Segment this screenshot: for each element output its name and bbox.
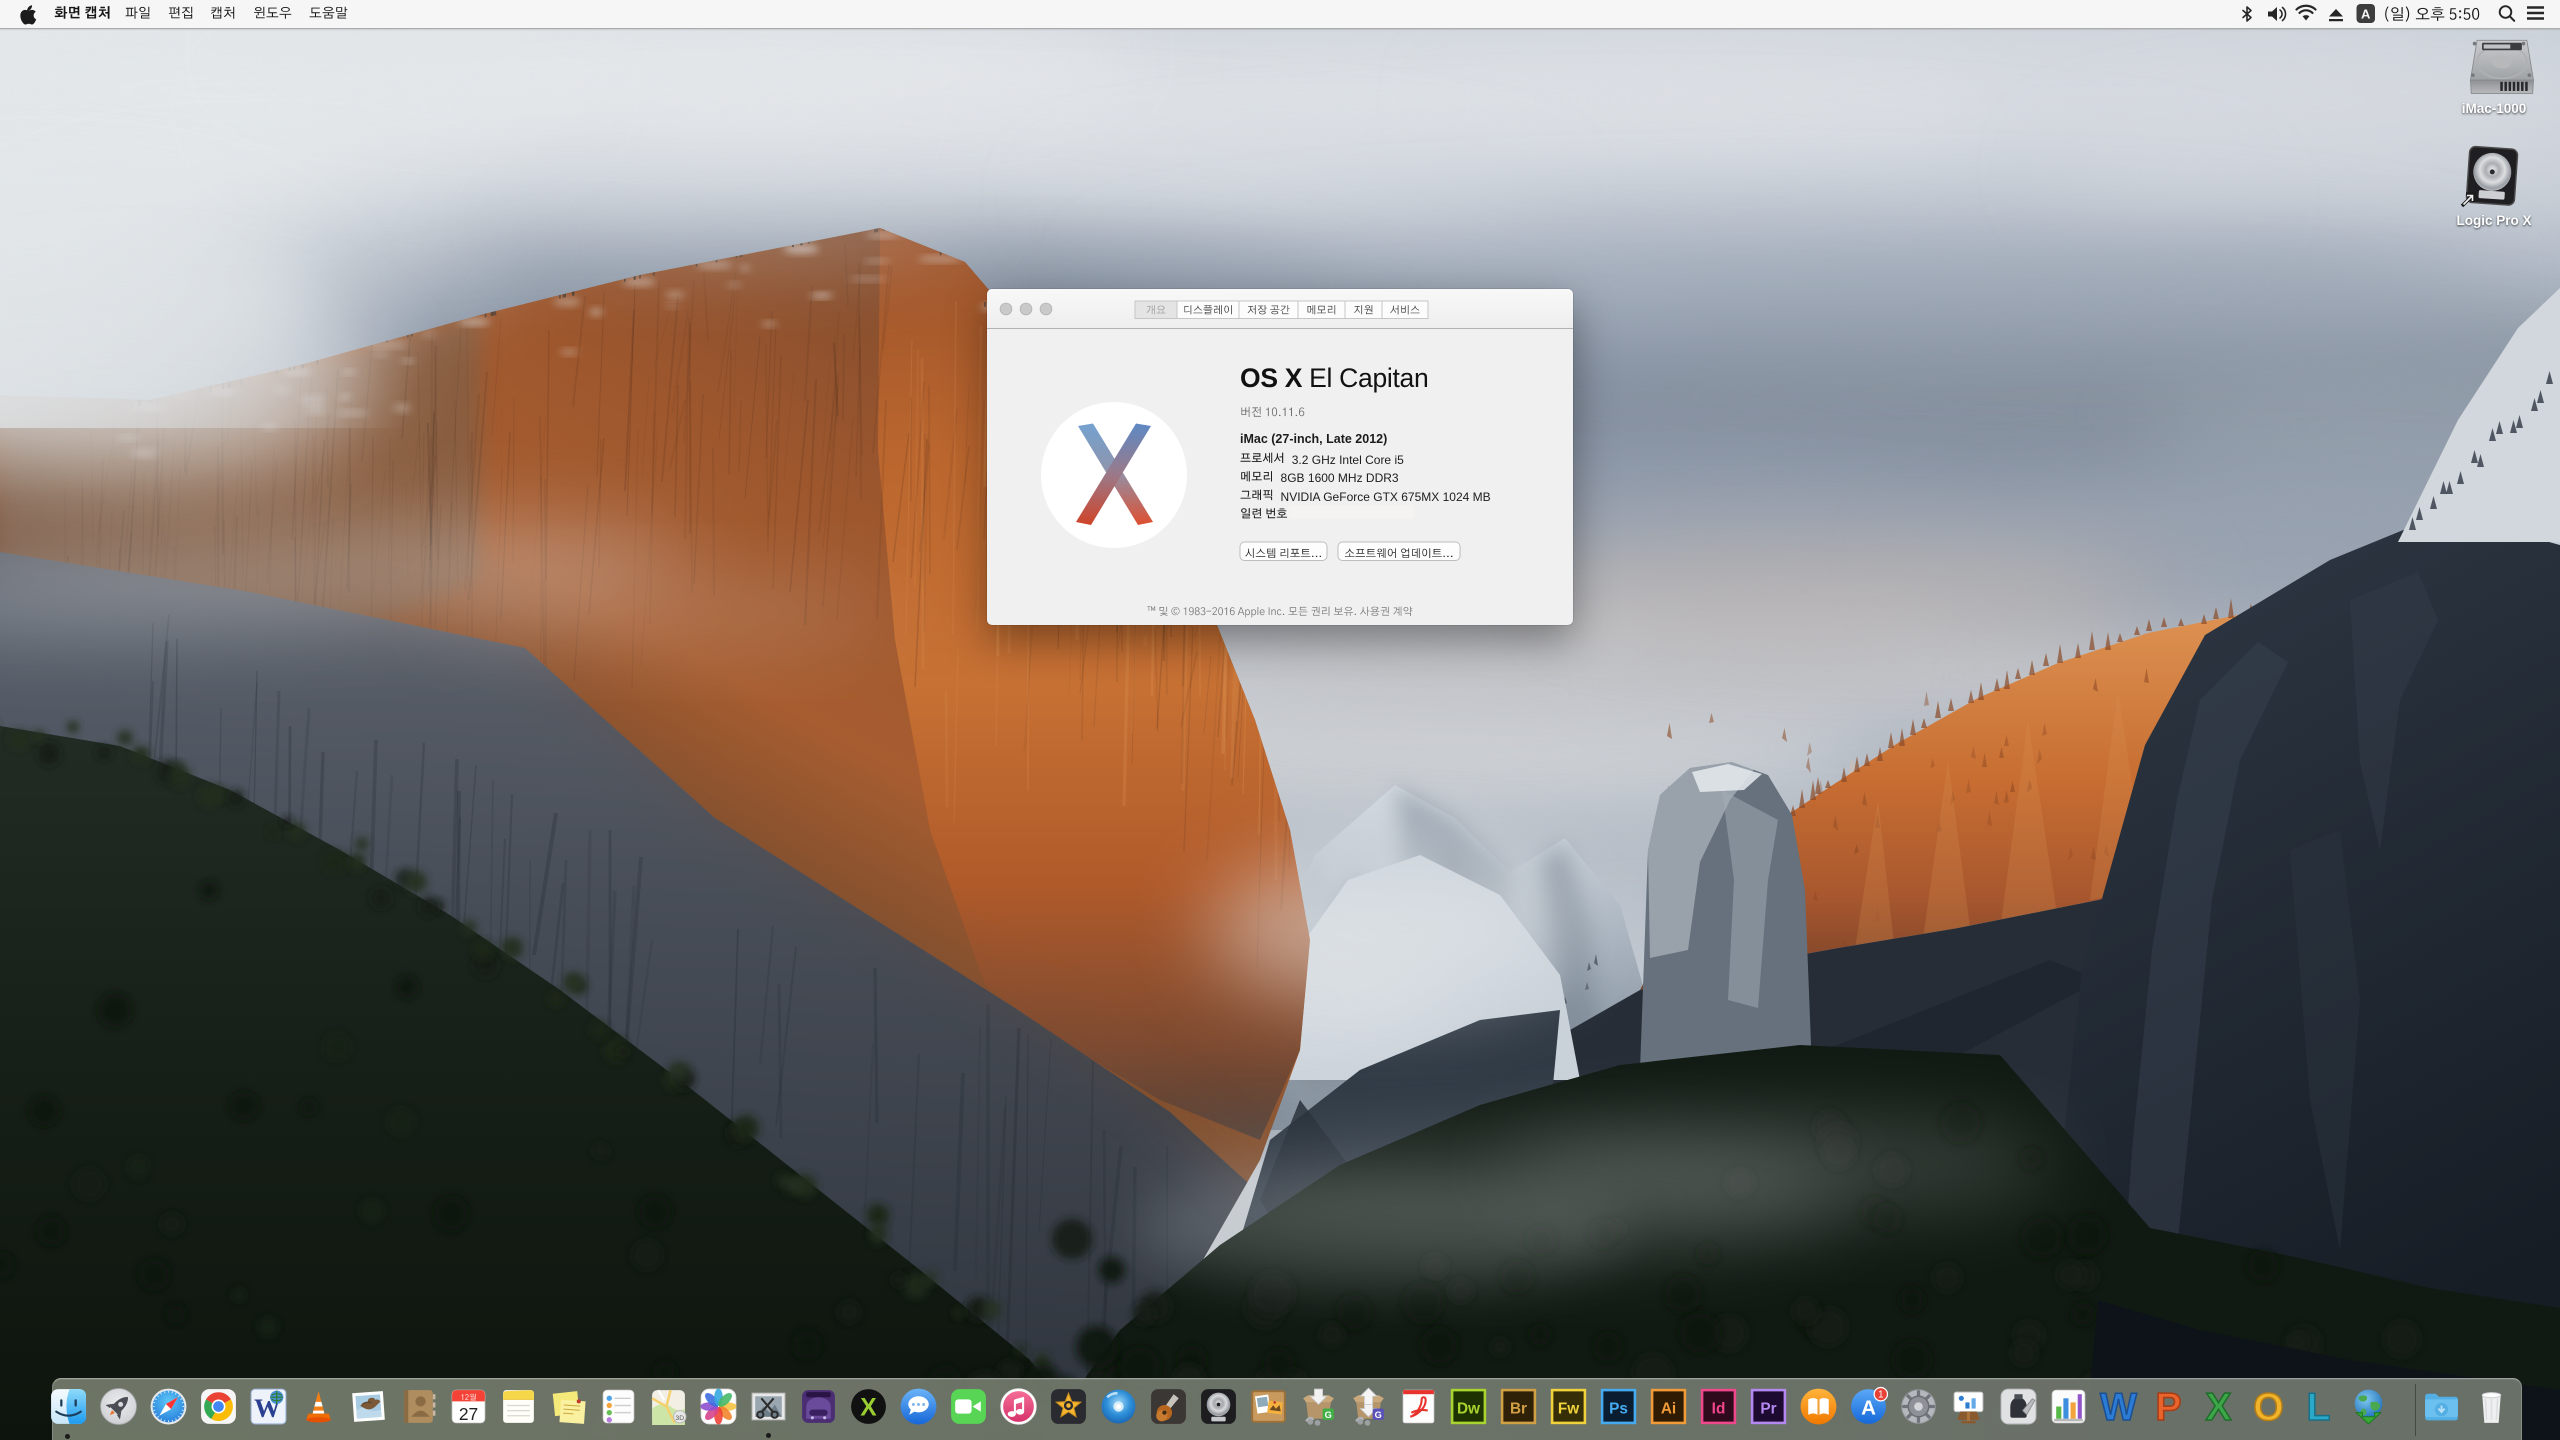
- svg-text:Ai: Ai: [1660, 1401, 1675, 1418]
- svg-text:L: L: [2306, 1386, 2330, 1427]
- svg-text:3D: 3D: [675, 1415, 684, 1422]
- svg-text:1: 1: [1878, 1390, 1883, 1401]
- svg-text:27: 27: [458, 1404, 477, 1424]
- svg-text:X: X: [860, 1395, 877, 1422]
- svg-text:W: W: [2100, 1386, 2137, 1427]
- svg-text:O: O: [2253, 1386, 2283, 1427]
- svg-text:Br: Br: [1509, 1401, 1526, 1418]
- svg-text:A: A: [2361, 6, 2371, 21]
- svg-text:Pr: Pr: [1760, 1401, 1776, 1418]
- svg-text:P: P: [2155, 1386, 2181, 1427]
- svg-text:X: X: [2205, 1386, 2231, 1427]
- svg-text:G: G: [1374, 1410, 1381, 1420]
- svg-text:Ps: Ps: [1609, 1401, 1628, 1418]
- svg-text:Fw: Fw: [1557, 1401, 1578, 1418]
- svg-text:Id: Id: [1711, 1401, 1725, 1418]
- svg-text:A: A: [1861, 1397, 1876, 1420]
- svg-text:Dw: Dw: [1456, 1401, 1479, 1418]
- svg-text:G: G: [1324, 1410, 1331, 1420]
